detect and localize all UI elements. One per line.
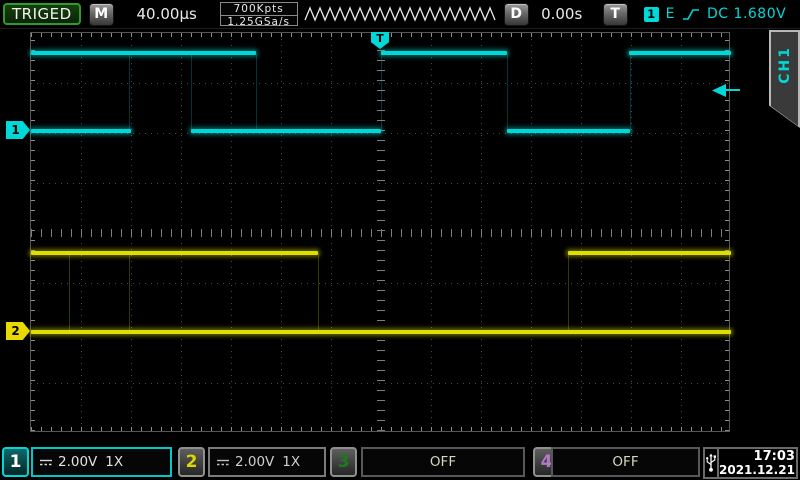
tab-ch1-inner: CH1 — [771, 32, 798, 126]
ch1-trace-segment — [31, 51, 256, 55]
ch1-trace-segment — [191, 129, 381, 133]
trigger-source-badge: 1 — [644, 7, 659, 22]
ch3-status: OFF — [430, 454, 456, 470]
trigger-detail-label: DC 1.680V — [707, 6, 786, 22]
usb-indicator — [705, 449, 719, 477]
delay-button[interactable]: D — [504, 3, 529, 26]
ch2-transition-edge — [318, 253, 319, 332]
trigger-status-badge: TRIGED — [3, 3, 81, 25]
ch2-scale: 2.00V — [235, 454, 274, 470]
ch1-transition-edge — [507, 53, 508, 131]
ch2-badge[interactable]: 2 — [178, 447, 205, 477]
ch1-transition-edge — [381, 53, 382, 131]
clock: 17:03 2021.12.21 — [719, 449, 798, 477]
bottom-channel-bar: 1 2.00V 1X 2 2.00V 1X 3 OFF 4 OFF — [0, 446, 800, 480]
ch1-transition-edge — [191, 53, 192, 131]
ch1-trace-segment — [629, 51, 731, 55]
ch4-status: OFF — [612, 454, 638, 470]
ch2-trace-segment — [31, 330, 731, 334]
clock-time: 17:03 — [754, 450, 795, 464]
usb-icon — [705, 453, 717, 473]
ch1-position-marker[interactable]: 1 — [6, 121, 30, 139]
ch1-transition-edge — [129, 53, 130, 131]
ch2-settings-box[interactable]: 2.00V 1X — [208, 447, 326, 477]
system-info-box: 17:03 2021.12.21 — [703, 447, 798, 479]
timebase-readout: 40.00μs — [114, 5, 220, 23]
ch2-transition-edge — [69, 253, 70, 332]
graticule — [30, 32, 730, 432]
ch1-transition-edge — [630, 53, 631, 131]
ch2-trace-segment — [568, 251, 731, 255]
dc-coupling-icon — [216, 458, 230, 467]
ch1-trace-segment — [507, 129, 630, 133]
ch2-position-marker[interactable]: 2 — [6, 322, 30, 340]
trigger-menu-button[interactable]: T — [603, 3, 628, 26]
memory-depth: 700Kpts — [221, 3, 297, 16]
ch1-trace-segment — [31, 129, 131, 133]
ch1-scale: 2.00V — [58, 454, 97, 470]
ch1-settings-box[interactable]: 2.00V 1X — [31, 447, 172, 477]
ch4-status-box[interactable]: OFF — [551, 447, 700, 477]
menu-button[interactable]: M — [89, 3, 114, 26]
ch1-trace-segment — [381, 51, 507, 55]
tab-ch1-label: CH1 — [777, 46, 793, 84]
sample-rate: 1.25GSa/s — [221, 16, 297, 28]
rising-edge-icon — [682, 8, 700, 21]
trigger-type-label: E — [666, 6, 675, 22]
ch3-badge[interactable]: 3 — [330, 447, 357, 477]
trigger-info: 1 E DC 1.680V — [644, 6, 787, 22]
dc-coupling-icon — [39, 458, 53, 467]
oscilloscope-screen: TRIGED M 40.00μs 700Kpts 1.25GSa/s D 0.0… — [0, 0, 800, 480]
acquisition-info-box: 700Kpts 1.25GSa/s — [220, 2, 298, 26]
ch3-status-box[interactable]: OFF — [361, 447, 525, 477]
delay-readout: 0.00s — [529, 5, 595, 23]
clock-date: 2021.12.21 — [719, 464, 795, 477]
trigger-level-tail — [725, 89, 740, 91]
ch1-probe: 1X — [105, 454, 123, 470]
ch2-transition-edge — [568, 253, 569, 332]
ch2-probe: 1X — [282, 454, 300, 470]
top-status-bar: TRIGED M 40.00μs 700Kpts 1.25GSa/s D 0.0… — [0, 0, 800, 29]
ch1-transition-edge — [256, 53, 257, 131]
ch2-trace-segment — [31, 251, 318, 255]
ch1-badge[interactable]: 1 — [2, 447, 29, 477]
ch2-transition-edge — [129, 253, 130, 332]
waveform-preview-icon — [304, 3, 496, 25]
tab-ch1-menu[interactable]: CH1 — [769, 30, 800, 128]
waveform-layer — [31, 33, 729, 431]
